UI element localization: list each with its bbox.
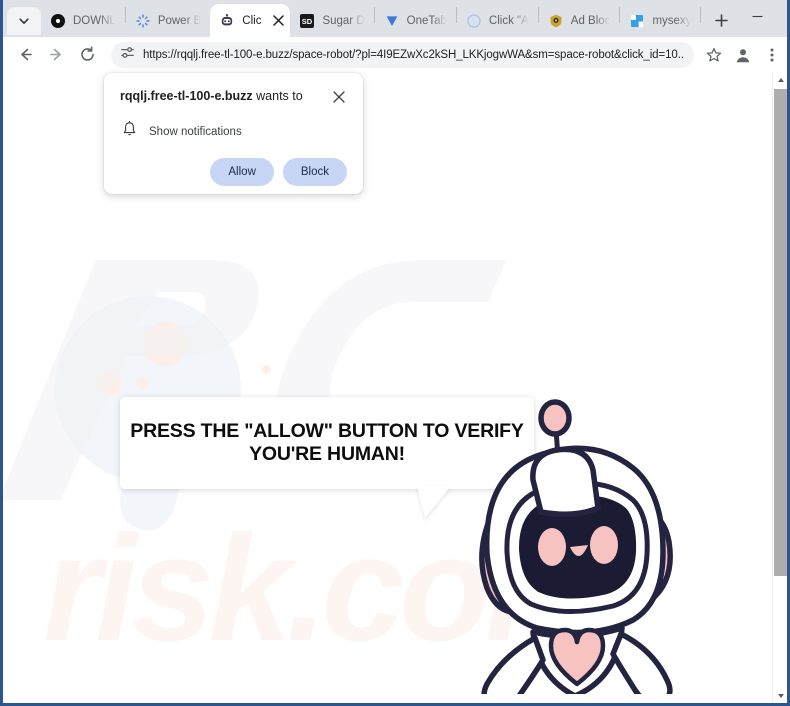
browser-menu-button[interactable]	[758, 41, 786, 69]
reload-button[interactable]	[72, 40, 102, 70]
minimize-button[interactable]	[735, 0, 780, 32]
planet-crater	[95, 370, 121, 396]
permission-header: rqqlj.free-tl-100-e.buzz wants to	[120, 88, 347, 105]
tab-label: Ad Bloc	[570, 14, 611, 27]
planet-crater	[143, 322, 187, 366]
svg-text:SD: SD	[302, 17, 313, 26]
permission-actions: Allow Block	[120, 158, 347, 186]
tab-onetab[interactable]: OneTab	[375, 4, 456, 37]
profile-avatar-icon	[736, 48, 750, 62]
forward-arrow-icon	[49, 48, 61, 61]
notification-permission-dialog: rqqlj.free-tl-100-e.buzz wants to Show n…	[104, 73, 363, 194]
tab-search-button[interactable]	[7, 7, 41, 35]
planet-crater	[262, 365, 271, 374]
tab-close-button[interactable]	[270, 13, 286, 29]
tab-clic-active[interactable]: Clic	[210, 4, 291, 37]
window-controls	[735, 0, 787, 37]
blue-window-icon	[629, 13, 645, 29]
permission-close-button[interactable]	[331, 89, 347, 105]
tab-label: mysexy	[652, 14, 692, 27]
spinner-icon	[135, 13, 151, 29]
bell-icon	[122, 120, 137, 142]
forward-button[interactable]	[41, 40, 71, 70]
star-icon	[706, 47, 722, 62]
permission-request-row: Show notifications	[120, 120, 347, 142]
back-arrow-icon	[20, 48, 32, 61]
permission-title-suffix: wants to	[252, 89, 303, 103]
back-button[interactable]	[10, 40, 40, 70]
allow-button[interactable]: Allow	[210, 158, 274, 186]
new-tab-button[interactable]	[707, 6, 735, 34]
tab-sugar-d[interactable]: SD Sugar D	[290, 4, 373, 37]
block-button[interactable]: Block	[282, 158, 347, 186]
profile-avatar-button[interactable]	[729, 41, 757, 69]
tab-label: Sugar D	[322, 14, 365, 27]
tab-label: Click "A	[488, 14, 529, 27]
bookmark-star-button[interactable]	[700, 41, 728, 69]
tab-divider	[700, 6, 702, 23]
tab-power-b[interactable]: Power B	[126, 4, 210, 37]
tab-click-a[interactable]: Click "A	[457, 4, 538, 37]
plus-icon	[715, 13, 728, 27]
address-bar[interactable]: https://rqqlj.free-tl-100-e.buzz/space-r…	[111, 41, 694, 68]
tab-mysexy[interactable]: mysexy	[620, 4, 700, 37]
url-text: https://rqqlj.free-tl-100-e.buzz/space-r…	[143, 48, 685, 61]
click-drop-icon	[466, 13, 482, 29]
robot-icon	[219, 13, 235, 29]
onetab-v-icon	[384, 13, 400, 29]
chevron-down-icon	[18, 15, 30, 27]
space-robot-illustration	[479, 399, 673, 694]
browser-window: DOWNL Power B Clic SD Sugar D OneTab Cli…	[0, 0, 790, 706]
sd-square-icon: SD	[299, 13, 315, 29]
permission-origin: rqqlj.free-tl-100-e.buzz	[120, 89, 253, 103]
permission-title: rqqlj.free-tl-100-e.buzz wants to	[120, 88, 303, 104]
page-scrollbar[interactable]	[772, 72, 787, 703]
tab-strip: DOWNL Power B Clic SD Sugar D OneTab Cli…	[3, 0, 787, 37]
tab-ad-bloc[interactable]: Ad Bloc	[539, 4, 620, 37]
tune-site-settings-icon[interactable]	[120, 45, 135, 65]
scrollbar-thumb[interactable]	[774, 89, 787, 576]
speech-bubble-tail	[417, 486, 451, 518]
permission-request-label: Show notifications	[149, 125, 242, 138]
scroll-down-arrow-icon[interactable]	[773, 688, 787, 703]
adblock-shield-icon	[548, 13, 564, 29]
download-circle-icon	[50, 13, 66, 29]
tab-downl[interactable]: DOWNL	[41, 4, 125, 37]
close-icon	[333, 91, 345, 103]
reload-icon	[80, 46, 94, 61]
tab-label: Power B	[157, 14, 202, 27]
planet-crater	[136, 377, 148, 389]
three-dot-menu-icon	[770, 48, 774, 61]
scroll-up-arrow-icon[interactable]	[773, 72, 787, 87]
tab-label: OneTab	[406, 14, 447, 27]
tab-label: DOWNL	[73, 14, 116, 27]
tab-label: Clic	[242, 14, 262, 27]
browser-toolbar: https://rqqlj.free-tl-100-e.buzz/space-r…	[3, 37, 787, 72]
maximize-button[interactable]	[780, 0, 787, 32]
